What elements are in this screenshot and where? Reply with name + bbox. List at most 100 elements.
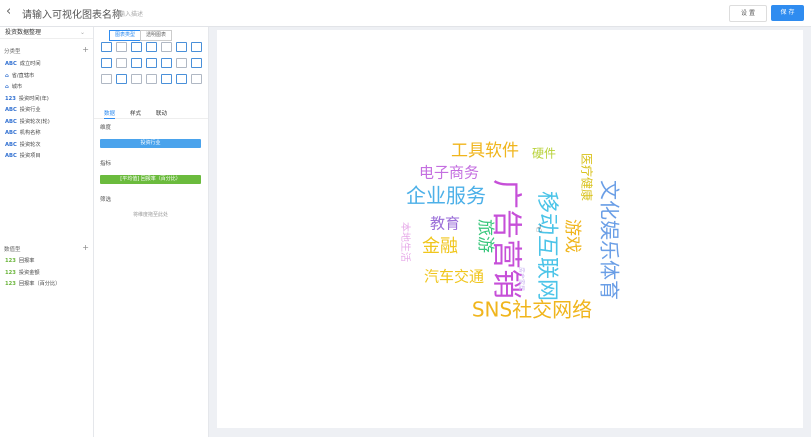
datasource-label: 投资数据整理 [5,29,42,36]
chart-type-icon[interactable] [191,58,202,68]
dimension-field[interactable]: ABC 投资轮次 [5,141,41,148]
field-name: 投资金额 [18,269,40,276]
tab-linkage[interactable]: 联动 [156,109,167,117]
chart-type-icon[interactable] [176,58,187,68]
chart-type-icon[interactable] [131,74,142,84]
chart-type-icon[interactable] [176,74,187,84]
chart-type-icon[interactable] [101,58,112,68]
field-name: 投资轮次(轮) [19,118,50,125]
measure-title: 数值型 [4,247,21,253]
word-cloud-word[interactable]: 文化娱乐体育 [598,180,622,300]
chart-type-icon[interactable] [116,42,127,52]
field-type-tag: ABC [5,118,17,125]
dimension-slot-label: 维度 [100,125,112,131]
chart-type-icon[interactable] [101,42,112,52]
chart-type-icon[interactable] [146,58,157,68]
chart-type-icon[interactable] [116,58,127,68]
transparent-toggle[interactable]: 透明图表 [140,30,172,41]
tab-style[interactable]: 样式 [130,109,141,117]
word-cloud-word[interactable]: 教育 [430,215,460,233]
measure-field[interactable]: 123 回报率 [5,257,34,264]
measure-chip-label: [平均值] 回报率（百分比） [120,176,181,182]
filter-drop-hint: 将维度拖至此处 [132,212,168,218]
measure-chip[interactable]: [平均值] 回报率（百分比） [100,175,201,184]
dimension-field[interactable]: ABC 投资项目 [5,152,41,159]
word-cloud-word[interactable]: 金融 [422,236,458,257]
word-cloud-word[interactable]: 汽车交通 [424,268,484,286]
chevron-left-icon[interactable]: ‹ [6,4,11,19]
word-cloud-word[interactable]: 游戏 [562,219,582,253]
chart-title-input[interactable]: 请输入可视化图表名称 [22,6,122,21]
word-cloud-word[interactable]: 房产家居 [518,267,526,291]
chart-type-icon[interactable] [161,58,172,68]
word-cloud-word[interactable]: 企业服务 [406,184,486,208]
word-cloud-word[interactable]: 医疗健康 [580,153,595,201]
chart-type-icon[interactable] [146,42,157,52]
field-type-tag: ABC [5,61,17,67]
chevron-down-icon: ⌄ [79,29,85,36]
field-name: 省/直辖市 [11,72,35,79]
chart-canvas: 广告营销 移动互联网 SNS社交网络 文化娱乐体育 企业服务 旅游 金融 游戏 工具软件 汽车交通… [217,30,803,428]
field-type-tag: 123 [5,258,16,264]
geo-icon: ⌂ [5,72,9,79]
dimension-field[interactable]: ⌂ 城市 [5,83,22,90]
chart-type-icon[interactable] [146,74,157,84]
chart-type-icon[interactable] [161,74,172,84]
chart-type-icon[interactable] [176,42,187,52]
dimension-field[interactable]: ⌂ 省/直辖市 [5,72,34,79]
dimension-chip-label: 投资行业 [140,140,161,146]
field-name: 投资时间(年) [18,95,49,102]
field-type-tag: ABC [5,141,17,148]
field-type-tag: 123 [5,269,16,276]
dimension-section-title: 分类型 + [4,45,91,55]
tab-data[interactable]: 数据 [104,109,116,119]
word-cloud-word[interactable]: SNS社交网络 [472,298,592,322]
chart-type-toggle[interactable]: 图表类型 [109,30,141,41]
add-measure-icon[interactable]: + [82,243,89,252]
add-dimension-icon[interactable]: + [82,45,89,54]
filter-slot-label: 筛选 [100,197,112,203]
geo-icon: ⌂ [5,84,9,90]
field-panel: 投资数据整理 ⌄ 分类型 + ABC 成立时间 ⌂ 省/直辖市 ⌂ 城市 123 投资时间(年… [0,27,94,437]
canvas-area: 广告营销 移动互联网 SNS社交网络 文化娱乐体育 企业服务 旅游 金融 游戏 工具软件 汽车交通… [209,27,811,437]
field-name: 投资轮次 [19,141,41,148]
filter-drop-zone[interactable]: 将维度拖至此处 [100,207,201,223]
settings-button[interactable]: 设 置 [729,5,767,22]
field-name: 投资行业 [19,107,41,113]
measure-section-title: 数值型 + [4,243,91,253]
word-cloud-word[interactable]: 移动互联网 [534,191,559,301]
dimension-chip[interactable]: 投资行业 [100,139,201,148]
word-cloud-chart[interactable]: 广告营销 移动互联网SNS社交网络文化娱乐体育企业服务旅游金融 游戏工具软件汽车交通… [217,30,803,428]
dimension-field[interactable]: 123 投资时间(年) [5,95,49,102]
word-cloud-word[interactable]: 旅游 [475,219,495,253]
word-cloud-word[interactable]: 电子商务 [419,164,479,182]
dimension-field[interactable]: ABC 投资轮次(轮) [5,118,50,125]
chart-type-icon[interactable] [116,74,127,84]
datasource-select[interactable]: 投资数据整理 ⌄ [0,27,93,39]
word-cloud-word[interactable]: 本地生活 [399,222,412,262]
word-cloud-word[interactable]: 硬件 [532,147,556,161]
chart-type-icon[interactable] [161,42,172,52]
field-name: 回报率 [18,258,35,264]
measure-slot-label: 指标 [100,161,112,167]
measure-field[interactable]: 123 回报率（百分比） [5,280,60,287]
field-type-tag: 123 [5,95,16,102]
field-name: 城市 [11,84,23,90]
chart-type-icon[interactable] [191,74,202,84]
save-button[interactable]: 保 存 [771,5,804,21]
dimension-field[interactable]: ABC 机构名称 [5,129,41,136]
chart-type-icon[interactable] [131,42,142,52]
chart-type-icon[interactable] [191,42,202,52]
measure-field[interactable]: 123 投资金额 [5,269,40,276]
dimension-title: 分类型 [4,49,21,55]
chart-type-icon[interactable] [101,74,112,84]
description-input[interactable]: 请输入描述 [113,9,143,18]
field-type-tag: 123 [5,281,16,287]
top-bar: ‹ 请输入可视化图表名称 请输入描述 设 置 保 存 [0,0,811,27]
chart-type-icon[interactable] [131,58,142,68]
word-cloud-word[interactable]: 工具软件 [451,141,519,161]
dimension-field[interactable]: ABC 投资行业 [5,106,41,113]
dimension-field[interactable]: ABC 成立时间 [5,60,41,67]
config-tabs: 数据 样式 联动 [94,107,208,119]
config-panel: 图表类型 透明图表 数据 样式 联动 维度 投资行业 指标 [平均值] 回报率（… [94,27,209,437]
